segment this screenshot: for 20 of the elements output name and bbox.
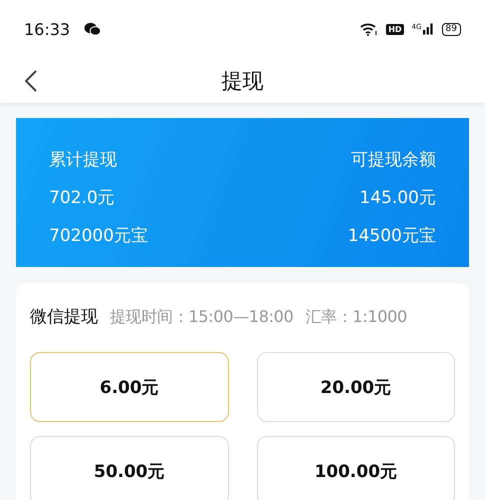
wifi-icon <box>360 22 378 36</box>
summary-amount: 145.00元 <box>360 187 436 210</box>
page-title: 提现 <box>222 68 264 94</box>
summary-ingots: 14500元宝 <box>348 225 436 248</box>
summary-amount: 702.0元 <box>49 187 116 210</box>
status-time: 16:33 <box>24 20 70 38</box>
summary-ingots: 702000元宝 <box>49 225 148 248</box>
battery-indicator: 89 <box>442 22 461 36</box>
back-icon[interactable] <box>25 70 37 92</box>
chat-bubbles-icon <box>84 22 102 36</box>
summary-label: 可提现余额 <box>351 149 436 172</box>
withdraw-time: 提现时间：15:00—18:00 <box>110 307 294 328</box>
amount-option[interactable]: 100.00元 <box>256 436 455 500</box>
section-title: 微信提现 <box>30 306 98 328</box>
summary-label: 累计提现 <box>49 149 118 172</box>
amount-option[interactable]: 50.00元 <box>30 436 228 500</box>
hd-badge: HD <box>386 24 404 34</box>
amount-option[interactable]: 6.00元 <box>30 352 228 422</box>
amount-option[interactable]: 20.00元 <box>256 352 455 422</box>
exchange-rate: 汇率：1:1000 <box>305 307 408 328</box>
